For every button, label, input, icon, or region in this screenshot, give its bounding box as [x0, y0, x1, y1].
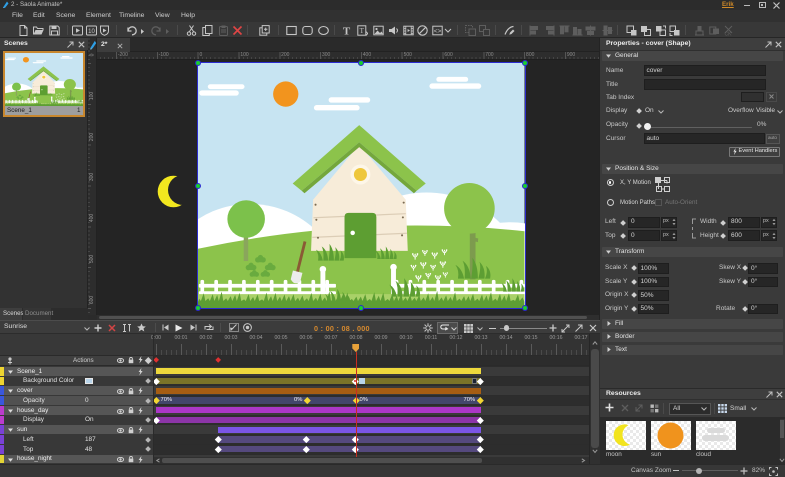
svg-text:<>: <>: [433, 28, 441, 35]
svg-text:CK: CK: [725, 31, 733, 36]
svg-text:T: T: [359, 27, 364, 35]
svg-text:T: T: [342, 25, 350, 36]
svg-text:10: 10: [88, 29, 95, 35]
